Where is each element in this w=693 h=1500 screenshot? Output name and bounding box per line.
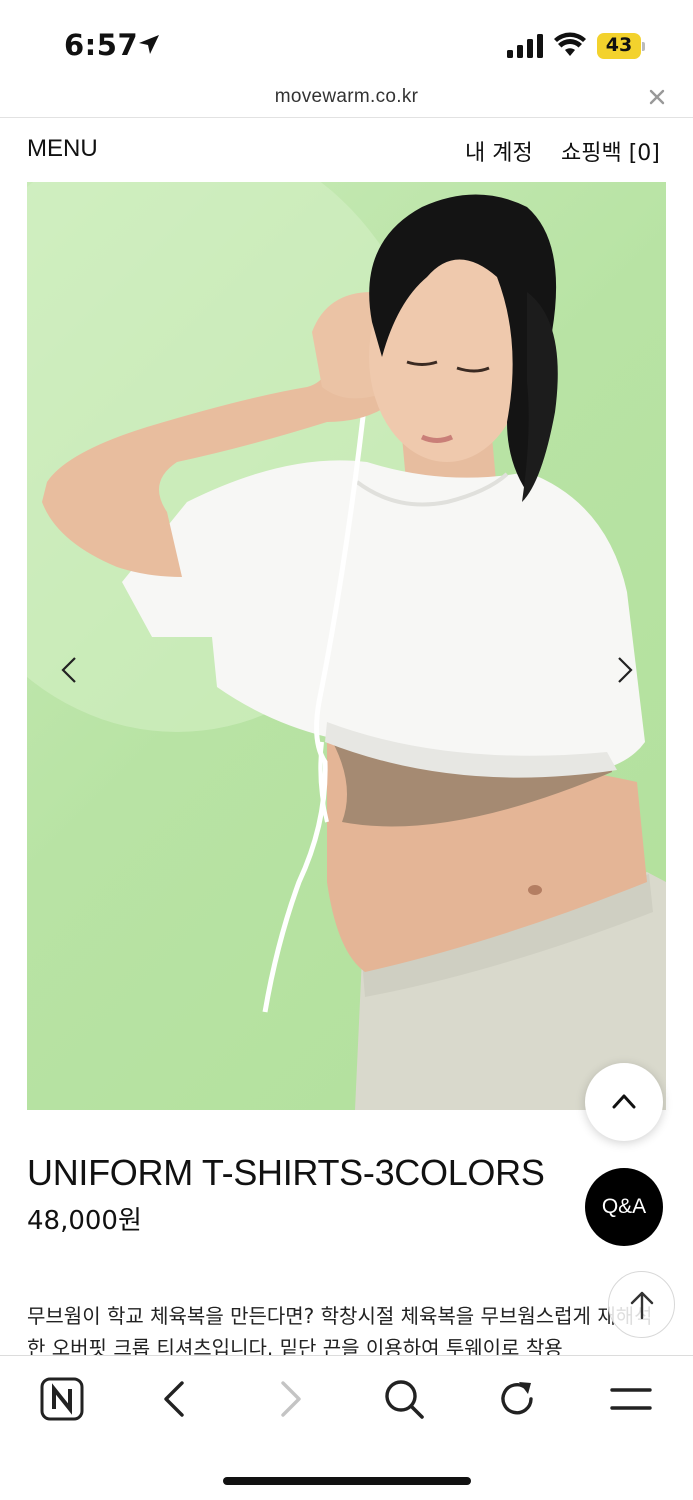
qa-button[interactable]: Q&A xyxy=(585,1168,663,1246)
naver-n-icon[interactable] xyxy=(39,1376,85,1422)
battery-cap xyxy=(642,42,645,51)
battery-indicator: 43 xyxy=(597,33,645,59)
close-icon[interactable] xyxy=(648,88,666,106)
product-price: 48,000원 xyxy=(27,1206,142,1236)
back-icon[interactable] xyxy=(152,1376,198,1422)
menu-link[interactable]: MENU xyxy=(27,135,98,163)
cellular-signal-icon xyxy=(507,34,543,58)
chevron-left-icon[interactable] xyxy=(59,656,79,684)
product-image-carousel[interactable] xyxy=(27,182,666,1110)
product-name: UNIFORM T-SHIRTS-3COLORS xyxy=(27,1152,545,1193)
arrow-up-icon xyxy=(630,1291,654,1320)
browser-toolbar xyxy=(0,1355,693,1500)
refresh-icon[interactable] xyxy=(494,1376,540,1422)
scroll-to-top-button[interactable] xyxy=(585,1063,663,1141)
wifi-icon xyxy=(554,32,586,56)
url-text[interactable]: movewarm.co.kr xyxy=(0,86,693,108)
site-header: MENU 내 계정 쇼핑백 [0] xyxy=(0,119,693,179)
product-photo xyxy=(27,182,666,1110)
chevron-right-icon[interactable] xyxy=(615,656,635,684)
home-indicator[interactable] xyxy=(223,1477,471,1485)
search-icon[interactable] xyxy=(381,1376,427,1422)
location-arrow-icon xyxy=(139,35,159,54)
hamburger-icon[interactable] xyxy=(608,1376,654,1422)
chevron-up-icon xyxy=(612,1094,636,1109)
shopping-bag-link[interactable]: 쇼핑백 [0] xyxy=(561,135,660,167)
address-bar[interactable]: movewarm.co.kr xyxy=(0,86,693,118)
scroll-up-button[interactable] xyxy=(608,1271,675,1338)
product-description: 무브웜이 학교 체육복을 만든다면? 학창시절 체육복을 무브웜스럽게 재해석한… xyxy=(27,1304,653,1356)
account-link[interactable]: 내 계정 xyxy=(465,135,533,167)
status-time: 6:57 xyxy=(64,28,139,62)
battery-level: 43 xyxy=(605,34,633,56)
forward-icon[interactable] xyxy=(267,1376,313,1422)
status-bar: 6:57 43 xyxy=(0,0,693,86)
